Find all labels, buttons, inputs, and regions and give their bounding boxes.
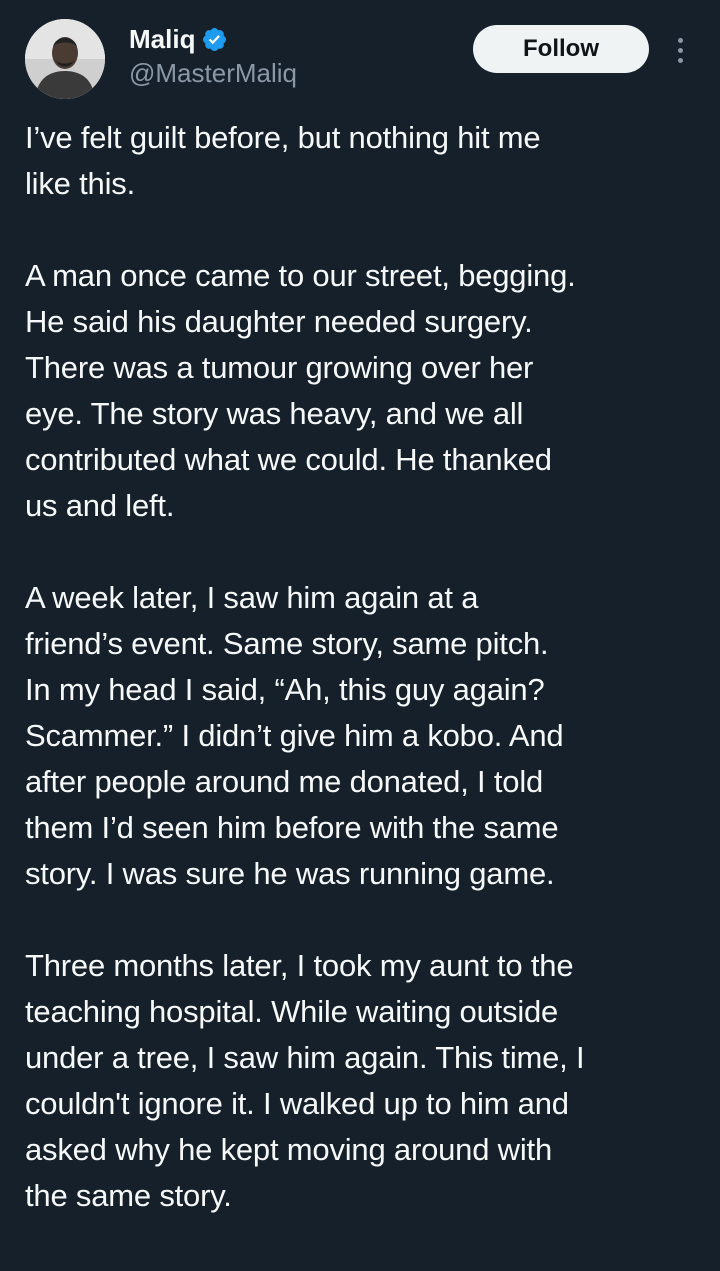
tweet-paragraph: Three months later, I took my aunt to th… xyxy=(25,943,705,1219)
tweet-line: I’ve felt guilt before, but nothing hit … xyxy=(25,120,541,155)
author-display-name[interactable]: Maliq xyxy=(129,22,195,56)
tweet-line: story. I was sure he was running game. xyxy=(25,856,555,891)
tweet-line: us and left. xyxy=(25,488,175,523)
tweet-line: like this. xyxy=(25,166,135,201)
verified-badge-icon xyxy=(201,26,228,53)
follow-button[interactable]: Follow xyxy=(473,25,649,73)
tweet-line: couldn't ignore it. I walked up to him a… xyxy=(25,1086,569,1121)
tweet-paragraph: A man once came to our street, begging. … xyxy=(25,253,705,529)
tweet-line: Three months later, I took my aunt to th… xyxy=(25,948,574,983)
tweet-text: I’ve felt guilt before, but nothing hit … xyxy=(25,115,705,1219)
tweet-line: after people around me donated, I told xyxy=(25,764,544,799)
tweet-header: Maliq @MasterMaliq Follow xyxy=(0,0,720,110)
avatar-photo xyxy=(25,19,105,99)
tweet-line: friend’s event. Same story, same pitch. xyxy=(25,626,549,661)
tweet-line: teaching hospital. While waiting outside xyxy=(25,994,559,1029)
tweet-line: A week later, I saw him again at a xyxy=(25,580,479,615)
tweet-line: Scammer.” I didn’t give him a kobo. And xyxy=(25,718,564,753)
more-dot xyxy=(677,37,683,43)
avatar[interactable] xyxy=(25,19,105,99)
author-name-row: Maliq xyxy=(129,22,228,56)
tweet-paragraph: A week later, I saw him again at a frien… xyxy=(25,575,705,897)
tweet-line: eye. The story was heavy, and we all xyxy=(25,396,524,431)
more-dot xyxy=(677,57,683,63)
more-dot xyxy=(677,47,683,53)
tweet-line: them I’d seen him before with the same xyxy=(25,810,559,845)
tweet-line: He said his daughter needed surgery. xyxy=(25,304,533,339)
tweet-line: contributed what we could. He thanked xyxy=(25,442,552,477)
tweet-paragraph: I’ve felt guilt before, but nothing hit … xyxy=(25,115,705,207)
tweet-line: In my head I said, “Ah, this guy again? xyxy=(25,672,545,707)
tweet-line: A man once came to our street, begging. xyxy=(25,258,576,293)
more-options-icon[interactable] xyxy=(668,33,692,67)
tweet-line: There was a tumour growing over her xyxy=(25,350,534,385)
author-handle[interactable]: @MasterMaliq xyxy=(129,57,297,89)
tweet-line: the same story. xyxy=(25,1178,232,1213)
tweet-line: asked why he kept moving around with xyxy=(25,1132,552,1167)
tweet-line: under a tree, I saw him again. This time… xyxy=(25,1040,585,1075)
